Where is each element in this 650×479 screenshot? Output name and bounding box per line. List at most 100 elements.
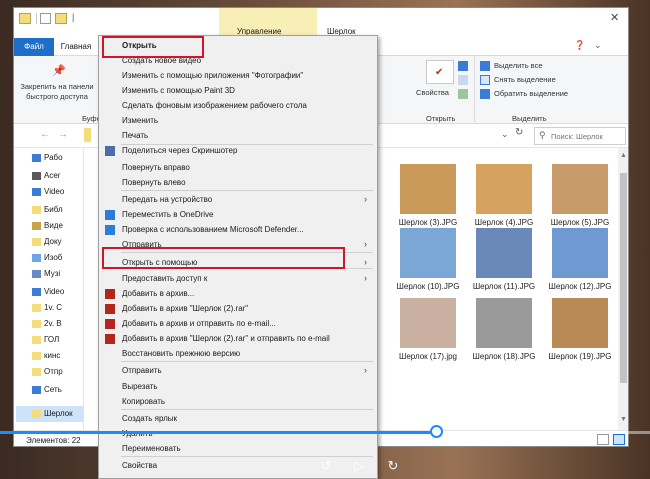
context-menu-item[interactable]: Изменить bbox=[99, 113, 377, 128]
file-thumbnail[interactable] bbox=[476, 164, 532, 214]
details-view-icon[interactable] bbox=[597, 434, 609, 445]
dropdown-icon[interactable]: ⌄ bbox=[501, 129, 509, 140]
file-name[interactable]: Шерлок (11).JPG bbox=[468, 282, 540, 291]
folder-icon bbox=[32, 237, 41, 246]
open-icon[interactable] bbox=[458, 61, 468, 71]
nav-item[interactable]: Доку bbox=[16, 234, 84, 250]
file-thumbnail[interactable] bbox=[400, 164, 456, 214]
context-menu-item[interactable]: Проверка с использованием Microsoft Defe… bbox=[99, 222, 377, 237]
context-menu-item-label: Добавить в архив "Шерлок (2).rar" bbox=[122, 304, 249, 313]
file-name[interactable]: Шерлок (19).JPG bbox=[544, 352, 616, 361]
context-menu-item[interactable]: Изменить с помощью приложения "Фотографи… bbox=[99, 68, 377, 83]
scroll-up-icon[interactable]: ▲ bbox=[620, 152, 627, 159]
file-name[interactable]: Шерлок (17).jpg bbox=[392, 352, 464, 361]
back-arrow-icon[interactable]: ← bbox=[40, 129, 50, 140]
context-menu-item[interactable]: Отправить › bbox=[99, 363, 377, 378]
nav-item[interactable]: Шерлок bbox=[16, 406, 84, 422]
play-icon[interactable]: ▷ bbox=[349, 458, 369, 476]
context-menu-item-label: Добавить в архив и отправить по e-mail..… bbox=[122, 319, 276, 328]
thumbnails-view-icon[interactable] bbox=[613, 434, 625, 445]
file-thumbnail[interactable] bbox=[552, 164, 608, 214]
context-tab-folder-bg: Шерлок bbox=[317, 8, 377, 38]
context-menu-item[interactable]: Добавить в архив и отправить по e-mail..… bbox=[99, 316, 377, 331]
context-menu-item[interactable]: Изменить с помощью Paint 3D bbox=[99, 83, 377, 98]
nav-item[interactable]: 1v. C bbox=[16, 300, 84, 316]
history-icon[interactable] bbox=[458, 89, 468, 99]
context-menu-item[interactable]: Переместить в OneDrive bbox=[99, 207, 377, 222]
nav-item[interactable]: Video bbox=[16, 284, 84, 300]
file-thumbnail[interactable] bbox=[552, 228, 608, 278]
file-name[interactable]: Шерлок (18).JPG bbox=[468, 352, 540, 361]
select-all-button[interactable]: Выделить все bbox=[494, 61, 543, 70]
scroll-down-icon[interactable]: ▼ bbox=[620, 416, 627, 423]
properties-button[interactable]: Свойства bbox=[416, 88, 449, 97]
edit-icon[interactable] bbox=[458, 75, 468, 85]
file-thumbnail[interactable] bbox=[400, 298, 456, 348]
tab-home[interactable]: Главная bbox=[56, 38, 96, 56]
forward-30-icon[interactable]: ↻ bbox=[383, 458, 403, 476]
context-menu-item-label: Передать на устройство bbox=[122, 195, 213, 204]
video-progress-knob[interactable] bbox=[429, 425, 443, 438]
invert-selection-button[interactable]: Обратить выделение bbox=[494, 89, 568, 98]
rewind-10-icon[interactable]: ↺ bbox=[316, 458, 336, 476]
context-menu-item[interactable]: Добавить в архив "Шерлок (2).rar" и отпр… bbox=[99, 331, 377, 346]
context-menu-item-label: Добавить в архив "Шерлок (2).rar" и отпр… bbox=[122, 334, 330, 343]
nav-item-label: 2v. B bbox=[44, 319, 62, 328]
nav-item[interactable]: Изоб bbox=[16, 250, 84, 266]
nav-item[interactable]: Музі bbox=[16, 266, 84, 282]
search-input[interactable]: ⚲ Поиск: Шерлок bbox=[534, 127, 626, 145]
context-menu-item[interactable]: Повернуть влево bbox=[99, 175, 377, 190]
file-name[interactable]: Шерлок (4).JPG bbox=[468, 218, 540, 227]
nav-item[interactable]: Рабо bbox=[16, 150, 84, 166]
nav-item[interactable]: Виде bbox=[16, 218, 84, 234]
context-menu-item[interactable]: Копировать bbox=[99, 394, 377, 409]
context-menu-item[interactable]: Повернуть вправо bbox=[99, 160, 377, 175]
file-name[interactable]: Шерлок (10).JPG bbox=[392, 282, 464, 291]
nav-item[interactable]: 2v. B bbox=[16, 316, 84, 332]
tab-file[interactable]: Файл bbox=[14, 38, 54, 56]
nav-item[interactable]: кинс bbox=[16, 348, 84, 364]
file-name[interactable]: Шерлок (3).JPG bbox=[392, 218, 464, 227]
pin-button[interactable]: Закрепить на панели быстрого доступа bbox=[17, 82, 97, 102]
nav-item[interactable]: Сеть bbox=[16, 382, 84, 398]
nav-item[interactable]: ГОЛ bbox=[16, 332, 84, 348]
file-name[interactable]: Шерлок (12).JPG bbox=[544, 282, 616, 291]
nav-item[interactable]: Video bbox=[16, 184, 84, 200]
nav-item[interactable]: Библ bbox=[16, 202, 84, 218]
scroll-thumb[interactable] bbox=[620, 173, 627, 383]
new-folder-icon[interactable] bbox=[55, 13, 67, 24]
video-progress-bar[interactable] bbox=[0, 425, 650, 438]
context-menu-item[interactable]: Переименовать bbox=[99, 441, 377, 456]
context-menu-item[interactable]: Добавить в архив... bbox=[99, 286, 377, 301]
checkmark-icon: ✔ bbox=[435, 67, 444, 78]
deselect-button[interactable]: Снять выделение bbox=[494, 75, 556, 84]
folder-icon bbox=[32, 221, 41, 230]
context-menu-item[interactable]: Добавить в архив "Шерлок (2).rar" bbox=[99, 301, 377, 316]
scrollbar[interactable]: ▲ ▼ bbox=[618, 148, 628, 430]
context-menu-item[interactable]: Предоставить доступ к › bbox=[99, 271, 377, 286]
close-icon[interactable]: ✕ bbox=[610, 11, 619, 24]
chevron-down-icon[interactable]: ⌄ bbox=[594, 40, 602, 51]
file-name[interactable]: Шерлок (5).JPG bbox=[544, 218, 616, 227]
context-menu-item-label: Копировать bbox=[122, 397, 166, 406]
help-icon[interactable]: ❓ bbox=[574, 40, 585, 51]
refresh-icon[interactable]: ↻ bbox=[515, 127, 523, 138]
context-menu-item[interactable]: Передать на устройство › bbox=[99, 192, 377, 207]
file-thumbnail[interactable] bbox=[476, 298, 532, 348]
context-menu-item[interactable]: Вырезать bbox=[99, 379, 377, 394]
file-thumbnail[interactable] bbox=[476, 228, 532, 278]
pin-icon: 📌 bbox=[52, 65, 66, 77]
context-menu-item-label: Сделать фоновым изображением рабочего ст… bbox=[122, 101, 307, 110]
nav-item[interactable]: Отпр bbox=[16, 364, 84, 380]
context-menu-item[interactable]: Поделиться через Скриншотер bbox=[99, 143, 377, 158]
forward-arrow-icon[interactable]: → bbox=[58, 129, 68, 140]
context-menu-item[interactable]: Печать bbox=[99, 128, 377, 143]
context-menu-item[interactable]: Сделать фоновым изображением рабочего ст… bbox=[99, 98, 377, 113]
file-thumbnail[interactable] bbox=[400, 228, 456, 278]
qa-dropdown-icon[interactable]: | bbox=[72, 12, 74, 22]
file-thumbnail[interactable] bbox=[552, 298, 608, 348]
context-menu-item[interactable]: Восстановить прежнюю версию bbox=[99, 346, 377, 361]
nav-item[interactable]: Acer bbox=[16, 168, 84, 184]
context-menu-item[interactable]: Создать ярлык bbox=[99, 411, 377, 426]
properties-qa-icon[interactable] bbox=[40, 13, 51, 24]
